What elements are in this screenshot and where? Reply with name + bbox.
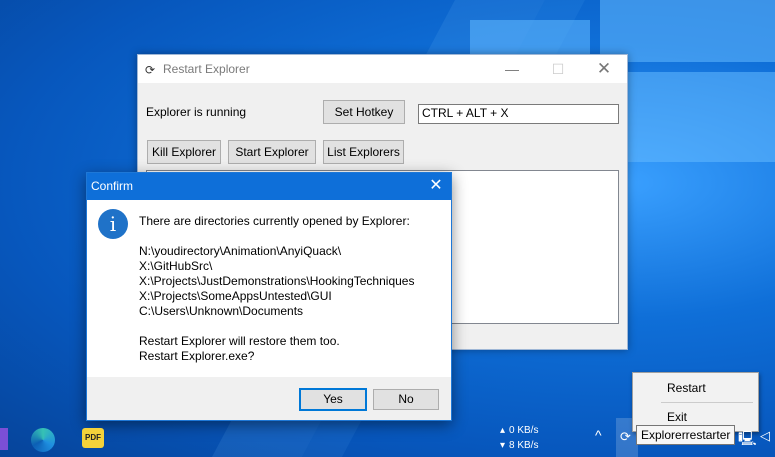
info-icon: i [98,209,128,239]
dialog-footer: Yes No [87,377,451,420]
dialog-title: Confirm [91,179,134,193]
kill-explorer-button[interactable]: Kill Explorer [147,140,221,164]
dialog-message: There are directories currently opened b… [139,214,410,228]
refresh-icon[interactable]: ⟳ [620,429,631,445]
window-titlebar[interactable]: ⟳ Restart Explorer — ☐ ✕ [138,55,627,83]
maximize-button[interactable]: ☐ [535,55,581,83]
minimize-button[interactable]: — [489,55,535,83]
chevron-up-icon[interactable]: ^ [595,427,602,443]
dialog-path: N:\youdirectory\Animation\AnyiQuack\ [139,244,342,258]
menu-item-restart[interactable]: Restart [667,381,706,395]
close-button[interactable]: ✕ [581,55,627,83]
hotkey-field[interactable]: CTRL + ALT + X [418,104,619,124]
status-text: Explorer is running [146,105,247,119]
dialog-path: X:\Projects\JustDemonstrations\HookingTe… [139,274,415,288]
tray-context-menu: Restart Exit [632,372,759,432]
download-arrow-icon: ▾ [500,440,506,451]
upload-arrow-icon: ▴ [500,425,506,436]
yes-button[interactable]: Yes [299,388,367,411]
dialog-path: X:\Projects\SomeAppsUntested\GUI [139,289,332,303]
dialog-note: Restart Explorer will restore them too. [139,334,340,348]
no-button[interactable]: No [373,389,439,410]
set-hotkey-button[interactable]: Set Hotkey [323,100,405,124]
edge-icon[interactable] [31,428,55,452]
tray-tooltip: Explorerrestarter [636,425,736,445]
refresh-icon: ⟳ [145,63,156,77]
window-title: Restart Explorer [163,62,250,76]
dialog-close-button[interactable]: ✕ [421,173,451,200]
list-explorers-button[interactable]: List Explorers [323,140,404,164]
dialog-path: X:\GitHubSrc\ [139,259,213,273]
pdf-reader-icon[interactable]: PDF [82,428,104,448]
confirm-dialog: Confirm ✕ i There are directories curren… [86,172,452,421]
windows-logo-pane [600,0,775,62]
speaker-icon[interactable]: ◁ [760,428,770,444]
dialog-question: Restart Explorer.exe? [139,349,255,363]
app-icon-partial[interactable] [0,428,8,450]
upload-speed: 0 KB/s [509,425,539,436]
network-icon[interactable]: 🖳 [738,428,757,452]
dialog-titlebar[interactable]: Confirm ✕ [87,173,451,200]
dialog-path: C:\Users\Unknown\Documents [139,304,304,318]
download-speed: 8 KB/s [509,440,539,451]
start-explorer-button[interactable]: Start Explorer [228,140,316,164]
menu-separator [661,402,753,403]
menu-item-exit[interactable]: Exit [667,410,687,424]
